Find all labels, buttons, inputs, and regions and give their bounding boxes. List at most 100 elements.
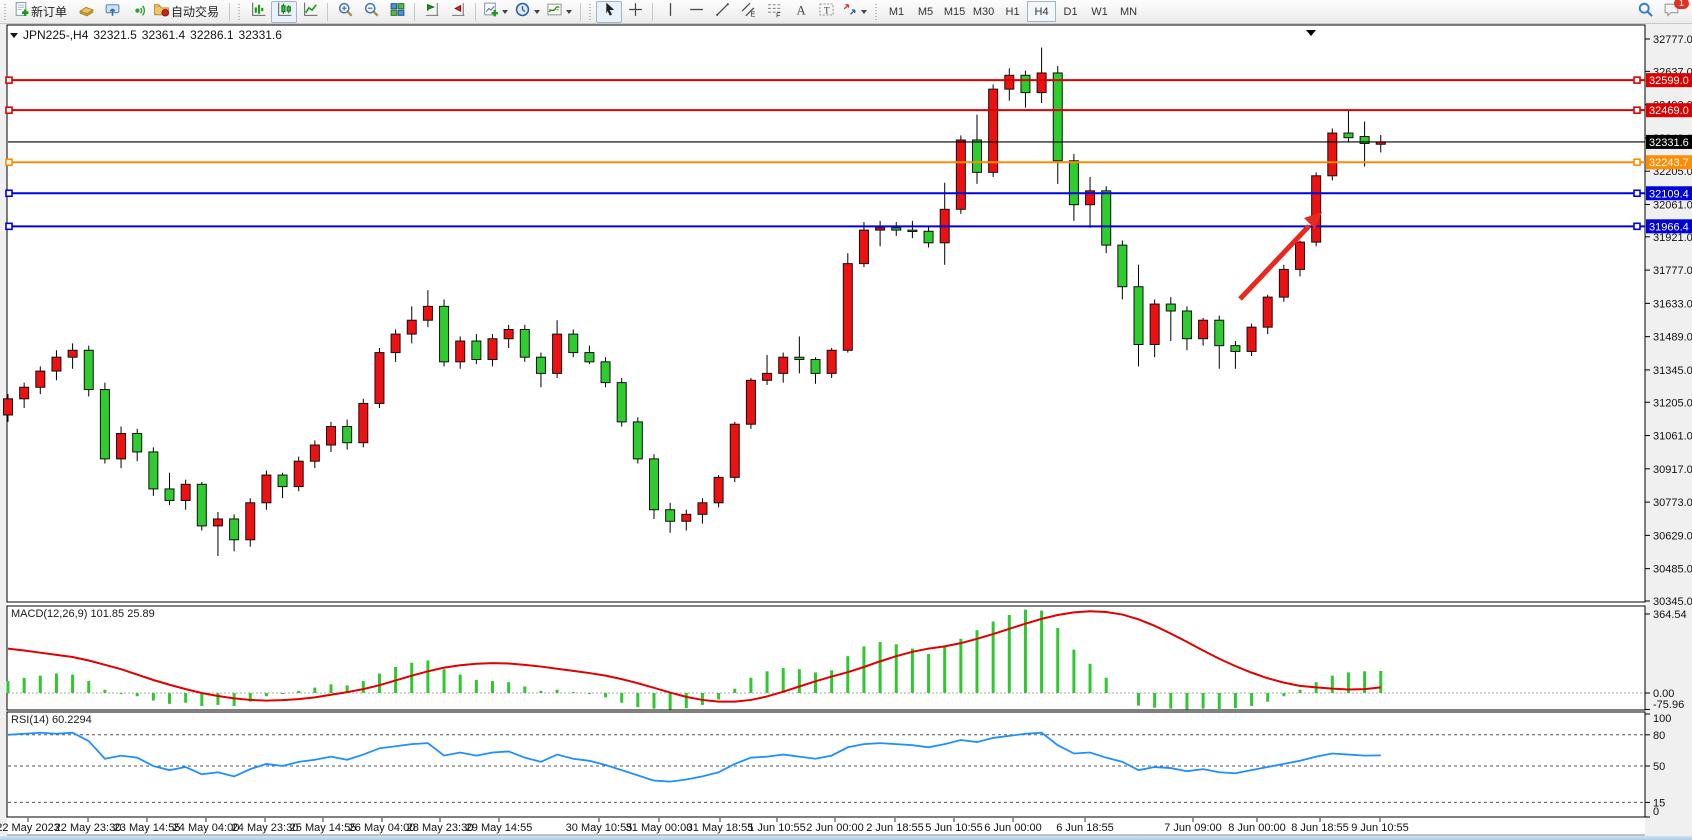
macd-panel	[7, 606, 1645, 710]
text-label-icon: T	[818, 1, 835, 23]
cursor-icon	[601, 1, 618, 23]
autotrading-icon	[153, 1, 170, 23]
candle	[359, 403, 368, 442]
window-edge-strip	[0, 836, 1692, 840]
candlestick-chart-button[interactable]	[271, 1, 297, 23]
price-tick-label: 30773.0	[1653, 497, 1692, 509]
arrows-icon	[841, 1, 858, 23]
autotrade-button[interactable]: 自动交易	[151, 1, 225, 23]
timeframe-button-m1[interactable]: M1	[882, 1, 911, 22]
periods-button[interactable]	[512, 1, 544, 23]
price-tick-label: 32777.0	[1653, 34, 1692, 46]
cursor-tool-button[interactable]	[596, 1, 622, 23]
chart-dropdown-icon[interactable]	[10, 33, 18, 38]
new-chart-button[interactable]	[480, 1, 512, 23]
candle	[1037, 73, 1046, 93]
crosshair-tool-button[interactable]	[622, 1, 648, 23]
vertical-line-icon	[662, 1, 679, 23]
timeframe-button-m30[interactable]: M30	[969, 1, 998, 22]
label-tool-button[interactable]: T	[813, 1, 839, 23]
toolbar-grip	[874, 4, 879, 20]
auto-scroll-icon	[424, 1, 441, 23]
line-chart-button[interactable]	[297, 1, 323, 23]
signals-button[interactable]	[125, 1, 151, 23]
timeframe-button-m5[interactable]: M5	[911, 1, 940, 22]
rsi-axis-label: 0	[1653, 806, 1659, 818]
line-anchor-marker[interactable]	[6, 107, 12, 113]
zoom-in-icon	[337, 1, 354, 23]
line-anchor-marker[interactable]	[6, 190, 12, 196]
timeframe-button-w1[interactable]: W1	[1085, 1, 1114, 22]
toolbar-separator	[652, 3, 653, 21]
candle	[440, 306, 449, 361]
price-tick-label: 31345.0	[1653, 365, 1692, 377]
line-anchor-marker[interactable]	[1634, 77, 1640, 83]
candle	[1215, 320, 1224, 345]
rsi-indicator-label: RSI(14) 60.2294	[11, 714, 92, 726]
hline-tool-button[interactable]	[683, 1, 709, 23]
tile-windows-button[interactable]	[384, 1, 410, 23]
bar-chart-button[interactable]	[245, 1, 271, 23]
timeframe-button-d1[interactable]: D1	[1056, 1, 1085, 22]
dropdown-caret-icon	[861, 10, 867, 14]
candle	[536, 357, 545, 373]
line-anchor-marker[interactable]	[6, 159, 12, 165]
candle	[278, 475, 287, 487]
new-order-button[interactable]: 新订单	[11, 1, 73, 23]
chart-canvas[interactable]: 32777.032637.032493.032349.032205.032061…	[0, 0, 1692, 840]
zoom-in-button[interactable]	[332, 1, 358, 23]
candle	[924, 231, 933, 243]
candle	[423, 306, 432, 320]
auto-scroll-button[interactable]	[419, 1, 445, 23]
fibonacci-tool-button[interactable]: F	[761, 1, 787, 23]
time-tick-label: 31 May 00:00	[626, 822, 693, 834]
time-tick-label: 25 May 14:55	[290, 822, 357, 834]
line-anchor-marker[interactable]	[1634, 223, 1640, 229]
arrows-tool-button[interactable]	[839, 1, 871, 23]
time-tick-label: 5 Jun 10:55	[925, 822, 983, 834]
candle	[117, 433, 126, 458]
candle	[133, 433, 142, 451]
candle	[1231, 346, 1240, 352]
candle	[488, 339, 497, 360]
candle	[617, 383, 626, 422]
candle	[973, 140, 982, 172]
line-anchor-marker[interactable]	[6, 77, 12, 83]
market-watch-button[interactable]	[73, 1, 99, 23]
channel-tool-button[interactable]: E	[735, 1, 761, 23]
trendline-tool-button[interactable]	[709, 1, 735, 23]
publish-chart-button[interactable]	[99, 1, 125, 23]
candle	[650, 459, 659, 510]
vline-tool-button[interactable]	[657, 1, 683, 23]
candle	[569, 334, 578, 352]
line-anchor-marker[interactable]	[6, 223, 12, 229]
price-tick-label: 31489.0	[1653, 332, 1692, 344]
line-anchor-marker[interactable]	[1634, 190, 1640, 196]
timeframe-button-m15[interactable]: M15	[940, 1, 969, 22]
timeframe-button-h1[interactable]: H1	[998, 1, 1027, 22]
candle	[843, 264, 852, 351]
search-button[interactable]	[1632, 1, 1658, 23]
macd-indicator-label: MACD(12,26,9) 101.85 25.89	[11, 608, 155, 620]
timeframe-button-mn[interactable]: MN	[1114, 1, 1143, 22]
new-order-icon	[13, 1, 30, 23]
time-tick-label: 6 Jun 00:00	[984, 822, 1042, 834]
timeframe-button-h4[interactable]: H4	[1027, 1, 1056, 22]
line-anchor-marker[interactable]	[1634, 159, 1640, 165]
time-tick-label: 2 Jun 18:55	[866, 822, 924, 834]
candle	[230, 519, 239, 540]
upload-chart-icon	[104, 1, 121, 23]
chart-shift-icon	[450, 1, 467, 23]
candle	[1118, 245, 1127, 287]
chart-shift-button[interactable]	[445, 1, 471, 23]
candle	[456, 341, 465, 362]
line-anchor-marker[interactable]	[1634, 107, 1640, 113]
indicators-button[interactable]	[544, 1, 576, 23]
zoom-out-button[interactable]	[358, 1, 384, 23]
candle	[698, 503, 707, 515]
notifications-button[interactable]: 1	[1658, 1, 1684, 23]
candle	[520, 329, 529, 357]
price-level-chip-text: 32243.7	[1649, 157, 1689, 169]
text-tool-button[interactable]: A	[787, 1, 813, 23]
notification-badge: 1	[1674, 0, 1689, 9]
